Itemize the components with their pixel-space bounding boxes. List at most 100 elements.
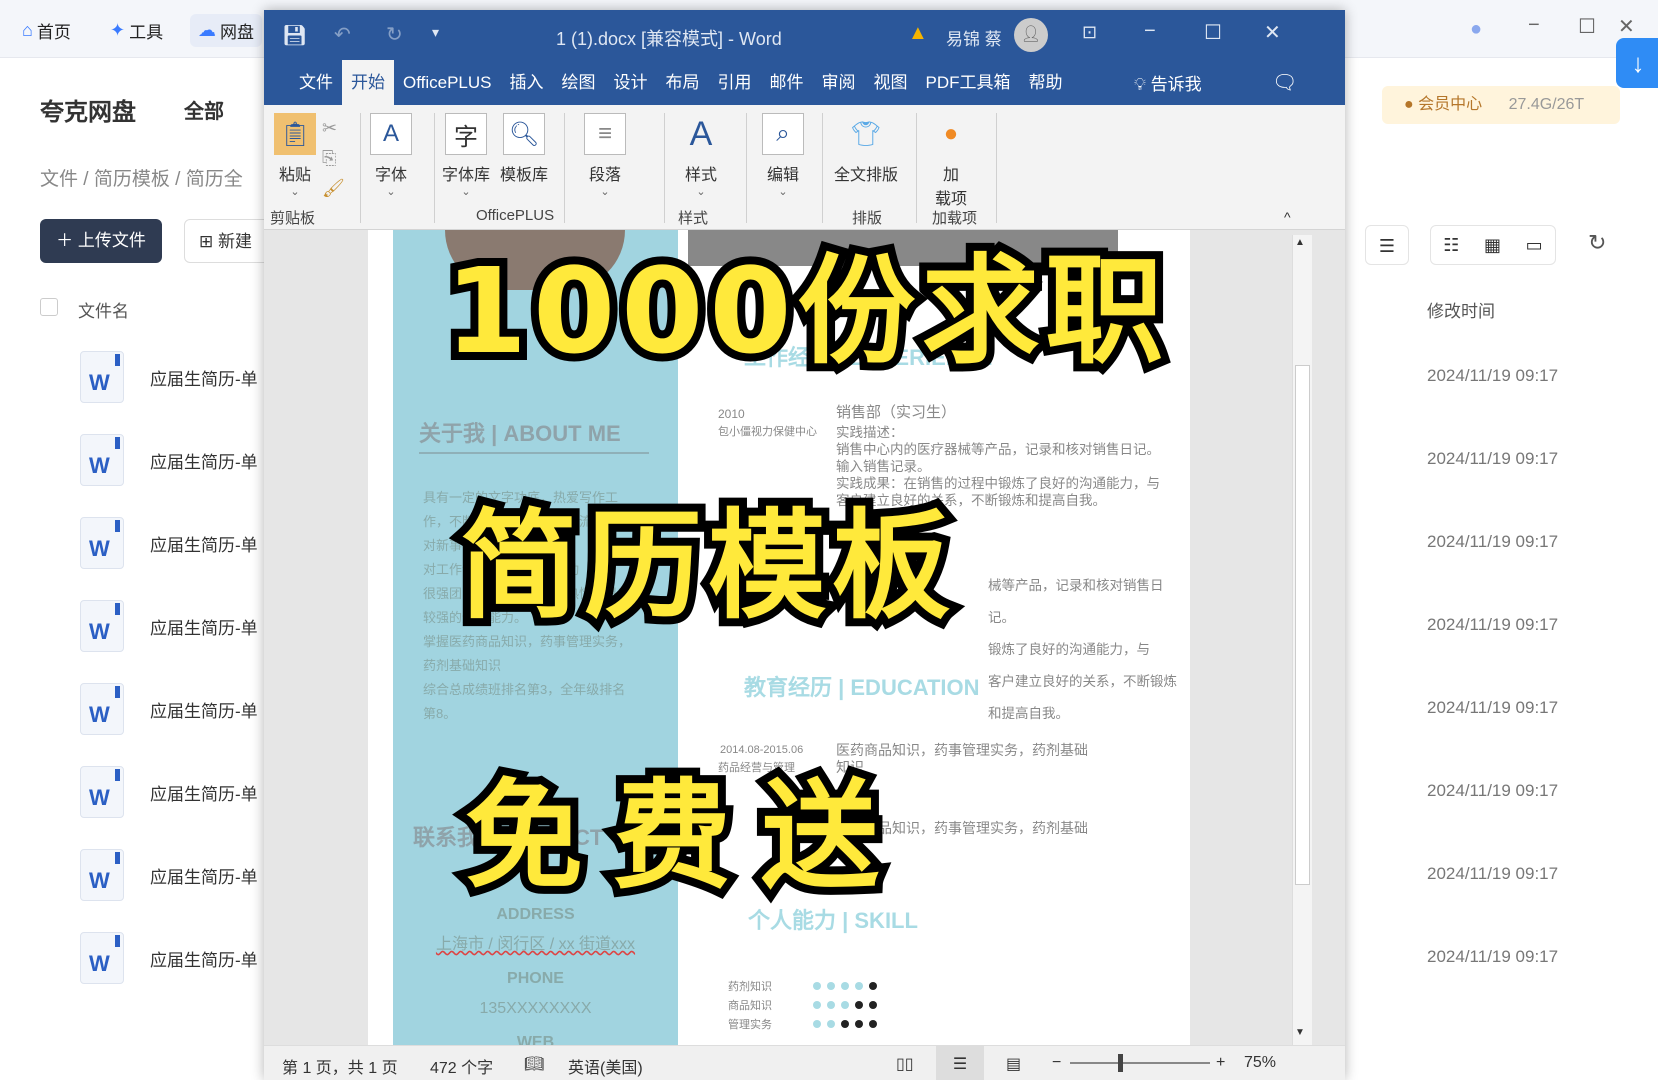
paragraph-button[interactable]: ≡ 段落 ⌄	[584, 113, 626, 198]
tab-2[interactable]: OfficePLUS	[394, 60, 501, 105]
close-icon[interactable]: ✕	[1618, 14, 1635, 39]
overlay-line-2: 简历模板	[452, 489, 958, 643]
maximize-icon[interactable]: ☐	[1578, 14, 1596, 39]
tab-9[interactable]: 审阅	[813, 60, 865, 105]
edit-button[interactable]: ⌕ 编辑 ⌄	[762, 113, 804, 198]
tab-0[interactable]: 文件	[290, 60, 342, 105]
breadcrumb: 文件 / 简历模板 / 简历全	[40, 169, 243, 190]
cut-icon[interactable]: ✂	[322, 113, 345, 143]
filter-all[interactable]: 全部	[184, 95, 224, 124]
tab-7[interactable]: 引用	[709, 60, 761, 105]
font-library-button[interactable]: 字字体库 ⌄	[442, 113, 490, 198]
about-title: 关于我 | ABOUT ME	[419, 416, 649, 454]
scroll-up-icon[interactable]: ▲	[1295, 237, 1305, 248]
member-bar[interactable]: ● 会员中心 27.4G/26T	[1382, 86, 1620, 124]
tab-10[interactable]: 视图	[865, 60, 917, 105]
save-icon[interactable]: 💾︎	[282, 23, 307, 48]
file-row[interactable]: W 应届生简历-单	[80, 845, 258, 905]
layout-all-button[interactable]: 👕︎ 全文排版	[834, 113, 898, 185]
avatar-icon[interactable]: ●	[1470, 18, 1482, 41]
zoom-out-icon[interactable]: −	[1052, 1054, 1061, 1072]
file-row[interactable]: W 应届生简历-单	[80, 596, 258, 656]
file-name: 应届生简历-单	[150, 701, 258, 721]
grid-view-icon[interactable]: ▦	[1484, 235, 1501, 256]
word-count[interactable]: 472 个字	[430, 1054, 493, 1078]
tab-5[interactable]: 设计	[605, 60, 657, 105]
print-layout-icon[interactable]: ☰	[936, 1046, 984, 1080]
language[interactable]: 英语(美国)	[568, 1054, 643, 1078]
zoom-slider-thumb[interactable]	[1118, 1054, 1123, 1072]
upload-button[interactable]: ＋ 上传文件	[40, 219, 162, 263]
close-icon[interactable]: ✕	[1264, 20, 1281, 45]
list-view-icon[interactable]: ☷	[1443, 235, 1459, 256]
proofing-icon[interactable]: 📖︎	[524, 1054, 544, 1074]
file-row[interactable]: W 应届生简历-单	[80, 347, 258, 407]
about-line: 第8。	[423, 706, 457, 721]
refresh-icon[interactable]: ↻	[1588, 230, 1606, 256]
breadcrumb-item[interactable]: 简历模板	[94, 169, 170, 190]
file-row[interactable]: W 应届生简历-单	[80, 430, 258, 490]
tell-me[interactable]: 💡︎ 告诉我	[1134, 70, 1202, 95]
styles-button[interactable]: A 样式 ⌄	[680, 113, 722, 199]
file-row[interactable]: W 应届生简历-单	[80, 928, 258, 988]
file-modified: 2024/11/19 09:17	[1427, 532, 1559, 551]
page-count[interactable]: 第 1 页，共 1 页	[282, 1054, 398, 1078]
file-modified: 2024/11/19 09:17	[1427, 698, 1559, 717]
undo-icon[interactable]: ↶	[334, 22, 351, 47]
comments-icon[interactable]: 🗨︎	[1272, 70, 1297, 95]
col-filename: 文件名	[78, 302, 129, 321]
nav-tools[interactable]: ✦ 工具	[110, 18, 163, 43]
tab-1[interactable]: 开始	[342, 60, 394, 105]
skill-name: 药剂知识	[728, 980, 772, 993]
select-all-checkbox[interactable]	[40, 298, 58, 316]
word-file-icon: W	[80, 766, 124, 818]
maximize-icon[interactable]: ☐	[1204, 20, 1222, 45]
scroll-thumb[interactable]	[1295, 365, 1310, 885]
tab-4[interactable]: 绘图	[553, 60, 605, 105]
file-row[interactable]: W 应届生简历-单	[80, 762, 258, 822]
redo-icon[interactable]: ↻	[386, 22, 403, 47]
tab-3[interactable]: 插入	[501, 60, 553, 105]
sort-icon[interactable]: ☰	[1365, 225, 1409, 265]
minimize-icon[interactable]: −	[1528, 14, 1540, 37]
breadcrumb-item[interactable]: 简历全	[186, 169, 243, 190]
ribbon-display-icon[interactable]: ⊡	[1082, 22, 1097, 43]
font-icon: A	[370, 113, 412, 155]
scroll-down-icon[interactable]: ▼	[1295, 1027, 1305, 1038]
file-row[interactable]: W 应届生简历-单	[80, 513, 258, 573]
format-painter-icon[interactable]: 🖌︎	[322, 173, 345, 203]
download-icon[interactable]: ↓	[1616, 38, 1658, 88]
breadcrumb-item[interactable]: 文件	[40, 169, 78, 190]
addins-button[interactable]: ● 加 载项	[930, 113, 972, 209]
paste-button[interactable]: 📋︎ 粘贴 ⌄	[274, 113, 316, 198]
web-layout-icon[interactable]: ▤	[1006, 1054, 1021, 1074]
tab-12[interactable]: 帮助	[1020, 60, 1072, 105]
user-avatar[interactable]: 👤︎	[1014, 18, 1048, 52]
read-mode-icon[interactable]: ▯▯	[896, 1054, 914, 1074]
new-button[interactable]: ⊞ 新建	[184, 219, 274, 263]
tab-11[interactable]: PDF工具箱	[917, 60, 1020, 105]
zoom-in-icon[interactable]: +	[1216, 1054, 1225, 1072]
tab-8[interactable]: 邮件	[761, 60, 813, 105]
copy-icon[interactable]: ⎘	[322, 143, 345, 173]
font-button[interactable]: A 字体 ⌄	[370, 113, 412, 198]
sparkle-icon: ✦	[110, 20, 126, 40]
skill-dot	[869, 981, 877, 990]
nav-home[interactable]: ⌂ 首页	[22, 18, 71, 43]
skill-dot	[827, 1000, 835, 1009]
minimize-icon[interactable]: −	[1144, 20, 1156, 43]
template-library-button[interactable]: 🔍︎ 模板库	[500, 113, 548, 185]
tab-6[interactable]: 布局	[657, 60, 709, 105]
customize-qat-icon[interactable]: ▾	[432, 24, 439, 41]
warning-icon[interactable]: ▲	[908, 22, 928, 45]
file-modified: 2024/11/19 09:17	[1427, 947, 1559, 966]
nav-netdisk[interactable]: ☁ 网盘	[190, 14, 262, 47]
vertical-scrollbar[interactable]: ▲ ▼	[1292, 235, 1312, 1045]
file-row[interactable]: W 应届生简历-单	[80, 679, 258, 739]
preview-view-icon[interactable]: ▭	[1526, 235, 1543, 256]
zoom-slider[interactable]	[1070, 1062, 1210, 1064]
collapse-ribbon-icon[interactable]: ^	[1284, 209, 1291, 225]
zoom-level[interactable]: 75%	[1244, 1054, 1276, 1072]
skill-row: 商品知识	[728, 995, 883, 1014]
skill-dot	[841, 981, 849, 990]
